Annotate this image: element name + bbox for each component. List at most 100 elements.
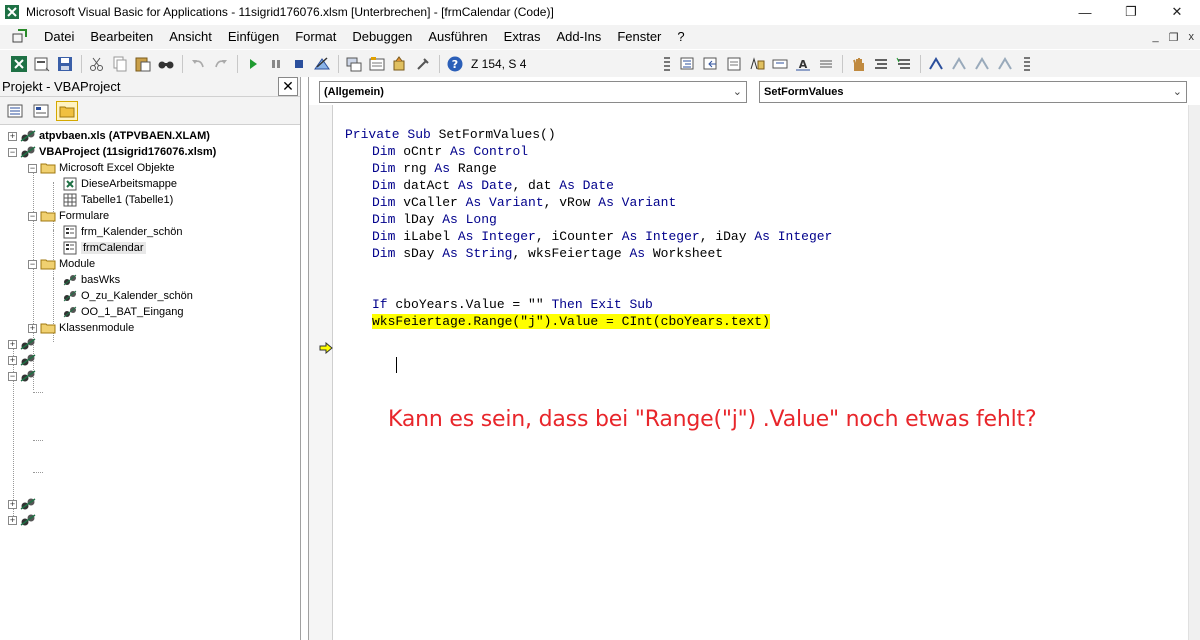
- tree-item-project-c[interactable]: −: [8, 368, 39, 384]
- keyword: Date: [473, 178, 513, 193]
- collapse-toggle[interactable]: −: [28, 163, 37, 173]
- code-margin[interactable]: [309, 105, 333, 640]
- view-code-icon[interactable]: [4, 101, 26, 121]
- tree-label: OO_1_BAT_Eingang: [81, 306, 184, 318]
- expand-toggle[interactable]: +: [8, 131, 17, 141]
- save-icon[interactable]: [54, 53, 76, 75]
- tree-item-tabelle1[interactable]: Tabelle1 (Tabelle1): [62, 192, 173, 208]
- toggle-bookmark-icon[interactable]: [925, 53, 947, 75]
- previous-bookmark-icon[interactable]: [971, 53, 993, 75]
- break-icon[interactable]: [265, 53, 287, 75]
- menu-add-ins[interactable]: Add-Ins: [549, 25, 610, 49]
- menu-extras[interactable]: Extras: [496, 25, 549, 49]
- code-editor[interactable]: Private Sub SetFormValues() Dim oCntr As…: [334, 105, 1189, 640]
- reset-icon[interactable]: [288, 53, 310, 75]
- list-properties-icon[interactable]: [723, 53, 745, 75]
- design-mode-icon[interactable]: [311, 53, 333, 75]
- mdi-minimize-button[interactable]: _: [1153, 31, 1159, 43]
- project-explorer-close-button[interactable]: ✕: [278, 77, 298, 96]
- menu-einfuegen[interactable]: Einfügen: [220, 25, 287, 49]
- tree-item-oo-1-bat-eingang[interactable]: OO_1_BAT_Eingang: [62, 304, 184, 320]
- tree-item-project-b[interactable]: +: [8, 352, 39, 368]
- mdi-close-button[interactable]: x: [1189, 31, 1195, 43]
- paste-icon[interactable]: [132, 53, 154, 75]
- object-browser-icon[interactable]: [389, 53, 411, 75]
- menu-datei[interactable]: Datei: [36, 25, 82, 49]
- parameter-info-icon[interactable]: A: [792, 53, 814, 75]
- view-object-icon[interactable]: [30, 101, 52, 121]
- close-button[interactable]: ✕: [1154, 0, 1200, 24]
- toggle-breakpoint-icon[interactable]: [847, 53, 869, 75]
- next-bookmark-icon[interactable]: [948, 53, 970, 75]
- tree-item-project-d[interactable]: +: [8, 496, 39, 512]
- menu-help[interactable]: ?: [669, 25, 692, 49]
- collapse-toggle[interactable]: −: [8, 371, 17, 381]
- comment-block-icon[interactable]: [870, 53, 892, 75]
- tree-item-frm-kalender-schoen[interactable]: frm_Kalender_schön: [62, 224, 183, 240]
- collapse-toggle[interactable]: −: [28, 259, 37, 269]
- expand-toggle[interactable]: +: [8, 355, 17, 365]
- tree-item-baswks[interactable]: basWks: [62, 272, 120, 288]
- restore-button[interactable]: ❐: [1108, 0, 1154, 24]
- menu-debuggen[interactable]: Debuggen: [344, 25, 420, 49]
- quick-info-icon[interactable]: [769, 53, 791, 75]
- toolbar-grip-2[interactable]: [1023, 53, 1031, 75]
- run-icon[interactable]: [242, 53, 264, 75]
- vba-project-icon: [20, 498, 36, 510]
- tree-item-vbaproject[interactable]: − VBAProject (11sigrid176076.xlsm): [8, 144, 216, 160]
- uncomment-block-icon[interactable]: [893, 53, 915, 75]
- minimize-button[interactable]: —: [1062, 0, 1108, 24]
- object-dropdown[interactable]: (Allgemein) ⌄: [319, 81, 747, 103]
- tree-folder-klassenmodule[interactable]: + Klassenmodule: [28, 320, 134, 336]
- expand-toggle[interactable]: +: [28, 323, 37, 333]
- redo-icon[interactable]: [210, 53, 232, 75]
- code-vertical-scrollbar[interactable]: [1188, 105, 1200, 640]
- module-icon[interactable]: [10, 27, 30, 47]
- excel-view-icon[interactable]: [8, 53, 30, 75]
- menu-ansicht[interactable]: Ansicht: [161, 25, 220, 49]
- chevron-down-icon[interactable]: ⌄: [733, 85, 742, 98]
- cut-icon[interactable]: [86, 53, 108, 75]
- tree-item-atpvbaen[interactable]: + atpvbaen.xls (ATPVBAEN.XLAM): [8, 128, 210, 144]
- menu-format[interactable]: Format: [287, 25, 344, 49]
- menu-fenster[interactable]: Fenster: [609, 25, 669, 49]
- outdent-icon[interactable]: [700, 53, 722, 75]
- vba-project-icon: [20, 370, 36, 382]
- copy-icon[interactable]: [109, 53, 131, 75]
- procedure-dropdown[interactable]: SetFormValues ⌄: [759, 81, 1187, 103]
- tree-folder-excel-objects[interactable]: − Microsoft Excel Objekte: [28, 160, 175, 176]
- expand-toggle[interactable]: +: [8, 499, 17, 509]
- clear-bookmarks-icon[interactable]: [994, 53, 1016, 75]
- complete-word-icon[interactable]: [815, 53, 837, 75]
- tree-folder-module[interactable]: − Module: [28, 256, 95, 272]
- toggle-folders-icon[interactable]: [56, 100, 78, 121]
- menu-bearbeiten[interactable]: Bearbeiten: [82, 25, 161, 49]
- keyword: Then Exit Sub: [551, 297, 653, 312]
- help-icon[interactable]: ?: [444, 53, 466, 75]
- list-constants-icon[interactable]: [746, 53, 768, 75]
- menu-ausfuehren[interactable]: Ausführen: [420, 25, 495, 49]
- tree-folder-formulare[interactable]: − Formulare: [28, 208, 109, 224]
- keyword: As: [465, 195, 482, 210]
- indent-icon[interactable]: [677, 53, 699, 75]
- tree-item-o-zu-kalender-schoen[interactable]: O_zu_Kalender_schön: [62, 288, 193, 304]
- undo-icon[interactable]: [187, 53, 209, 75]
- tree-label: DieseArbeitsmappe: [81, 178, 177, 190]
- find-icon[interactable]: [155, 53, 177, 75]
- tree-item-project-a[interactable]: +: [8, 336, 39, 352]
- tree-item-frmcalendar[interactable]: frmCalendar: [62, 240, 146, 256]
- tree-item-project-e[interactable]: +: [8, 512, 39, 528]
- expand-toggle[interactable]: +: [8, 515, 17, 525]
- toolbox-icon[interactable]: [412, 53, 434, 75]
- chevron-down-icon[interactable]: ⌄: [1173, 85, 1182, 98]
- mdi-restore-button[interactable]: ❐: [1169, 31, 1179, 44]
- properties-icon[interactable]: [366, 53, 388, 75]
- collapse-toggle[interactable]: −: [28, 211, 37, 221]
- tree-item-diesearbeitsmappe[interactable]: DieseArbeitsmappe: [62, 176, 177, 192]
- toolbar-grip[interactable]: [663, 53, 671, 75]
- project-explorer-icon[interactable]: [343, 53, 365, 75]
- collapse-toggle[interactable]: −: [8, 147, 17, 157]
- standard-toolbar: ? Z 154, S 4 A: [0, 50, 1200, 77]
- expand-toggle[interactable]: +: [8, 339, 17, 349]
- insert-userform-icon[interactable]: [31, 53, 53, 75]
